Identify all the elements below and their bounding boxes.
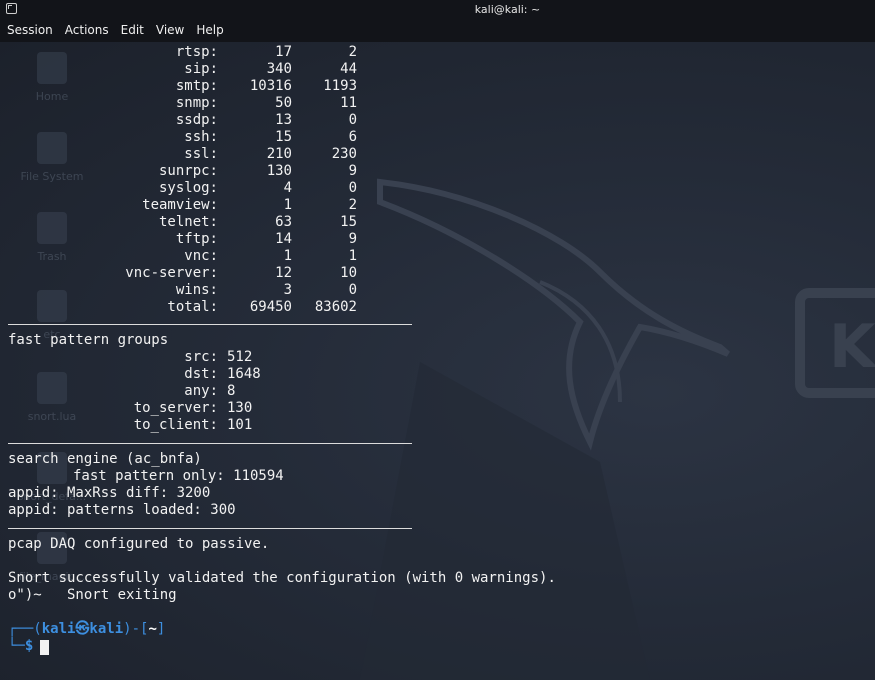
fast-pattern-heading: fast pattern groups <box>8 332 169 348</box>
separator-line <box>8 443 412 444</box>
service-count-b: 83602 <box>314 299 357 315</box>
service-name: wins: <box>175 282 218 298</box>
service-name: vnc: <box>184 248 218 264</box>
service-count-a: 210 <box>266 146 292 162</box>
separator-line <box>8 528 412 529</box>
service-name: rtsp: <box>175 44 218 60</box>
service-name: vnc-server: <box>125 265 218 281</box>
service-name: total: <box>167 299 218 315</box>
prompt-line-2: └─$ <box>8 638 33 655</box>
service-count-a: 1 <box>283 248 292 264</box>
terminal-output[interactable]: rtsp: 17 2 sip: 340 44 smtp: 10316 1193 snmp: 50 11… <box>0 42 875 680</box>
prompt-frame-mid: )-[ <box>123 621 149 637</box>
menu-bar: Session Actions Edit View Help <box>0 19 875 42</box>
fast-pattern-label: dst: <box>184 366 218 382</box>
prompt-line-1: ┌──(kali㉿kali)-[~] <box>8 621 165 638</box>
separator-line <box>8 324 412 325</box>
fast-pattern-label: src: <box>184 349 218 365</box>
appid-maxrss-line: appid: MaxRss diff: 3200 <box>8 485 211 501</box>
service-count-b: 9 <box>348 231 357 247</box>
service-count-a: 17 <box>275 44 292 60</box>
title-bar: kali@kali: ~ <box>0 0 875 19</box>
service-count-b: 44 <box>340 61 357 77</box>
service-count-b: 10 <box>340 265 357 281</box>
text-cursor[interactable] <box>40 640 49 655</box>
service-name: telnet: <box>158 214 218 230</box>
service-count-b: 2 <box>348 197 357 213</box>
service-count-b: 1 <box>348 248 357 264</box>
service-count-a: 340 <box>266 61 292 77</box>
service-name: teamview: <box>142 197 218 213</box>
prompt-frame-start: ┌──( <box>8 621 42 637</box>
service-name: ssdp: <box>175 112 218 128</box>
prompt-user-host: kali㉿kali <box>41 621 124 637</box>
fast-pattern-value: 101 <box>227 417 253 433</box>
menu-actions[interactable]: Actions <box>58 19 114 37</box>
service-count-a: 63 <box>275 214 292 230</box>
service-count-b: 2 <box>348 44 357 60</box>
service-count-b: 230 <box>331 146 357 162</box>
service-name: ssh: <box>184 129 218 145</box>
service-count-b: 6 <box>348 129 357 145</box>
service-name: syslog: <box>158 180 218 196</box>
fast-pattern-label: any: <box>184 383 218 399</box>
service-name: smtp: <box>175 78 218 94</box>
service-count-a: 10316 <box>249 78 292 94</box>
service-count-a: 130 <box>266 163 292 179</box>
prompt-directory: ~ <box>148 621 157 637</box>
service-count-b: 0 <box>348 282 357 298</box>
fast-pattern-label: to_server: <box>133 400 218 416</box>
service-count-b: 1193 <box>323 78 357 94</box>
menu-view[interactable]: View <box>149 19 189 37</box>
prompt-frame-corner: └─ <box>8 638 25 654</box>
service-count-a: 69450 <box>249 299 292 315</box>
service-name: tftp: <box>175 231 218 247</box>
service-name: snmp: <box>175 95 218 111</box>
window-title: kali@kali: ~ <box>474 3 541 16</box>
menu-help[interactable]: Help <box>189 19 228 37</box>
menu-edit[interactable]: Edit <box>114 19 149 37</box>
service-count-a: 15 <box>275 129 292 145</box>
service-count-b: 9 <box>348 163 357 179</box>
service-count-b: 11 <box>340 95 357 111</box>
service-count-a: 12 <box>275 265 292 281</box>
service-count-b: 0 <box>348 112 357 128</box>
fast-pattern-value: 1648 <box>227 366 261 382</box>
service-name: sip: <box>184 61 218 77</box>
fast-pattern-value: 512 <box>227 349 253 365</box>
fast-pattern-only-line: fast pattern only: 110594 <box>73 468 284 484</box>
daq-message: pcap DAQ configured to passive. <box>8 536 270 552</box>
service-count-b: 15 <box>340 214 357 230</box>
fast-pattern-value: 8 <box>227 383 236 399</box>
search-engine-heading: search engine (ac_bnfa) <box>8 451 202 467</box>
prompt-symbol: $ <box>24 638 34 654</box>
service-count-a: 4 <box>283 180 292 196</box>
service-count-a: 50 <box>275 95 292 111</box>
appid-patterns-line: appid: patterns loaded: 300 <box>8 502 236 518</box>
prompt-frame-end: ] <box>156 621 166 637</box>
service-count-a: 1 <box>283 197 292 213</box>
menu-session[interactable]: Session <box>0 19 58 37</box>
fast-pattern-label: to_client: <box>133 417 218 433</box>
service-count-a: 13 <box>275 112 292 128</box>
service-count-a: 14 <box>275 231 292 247</box>
service-name: sunrpc: <box>158 163 218 179</box>
service-count-a: 3 <box>283 282 292 298</box>
service-count-b: 0 <box>348 180 357 196</box>
exiting-message: o")~ Snort exiting <box>8 587 177 603</box>
fast-pattern-value: 130 <box>227 400 253 416</box>
validated-message: Snort successfully validated the configu… <box>8 570 556 586</box>
service-name: ssl: <box>184 146 218 162</box>
